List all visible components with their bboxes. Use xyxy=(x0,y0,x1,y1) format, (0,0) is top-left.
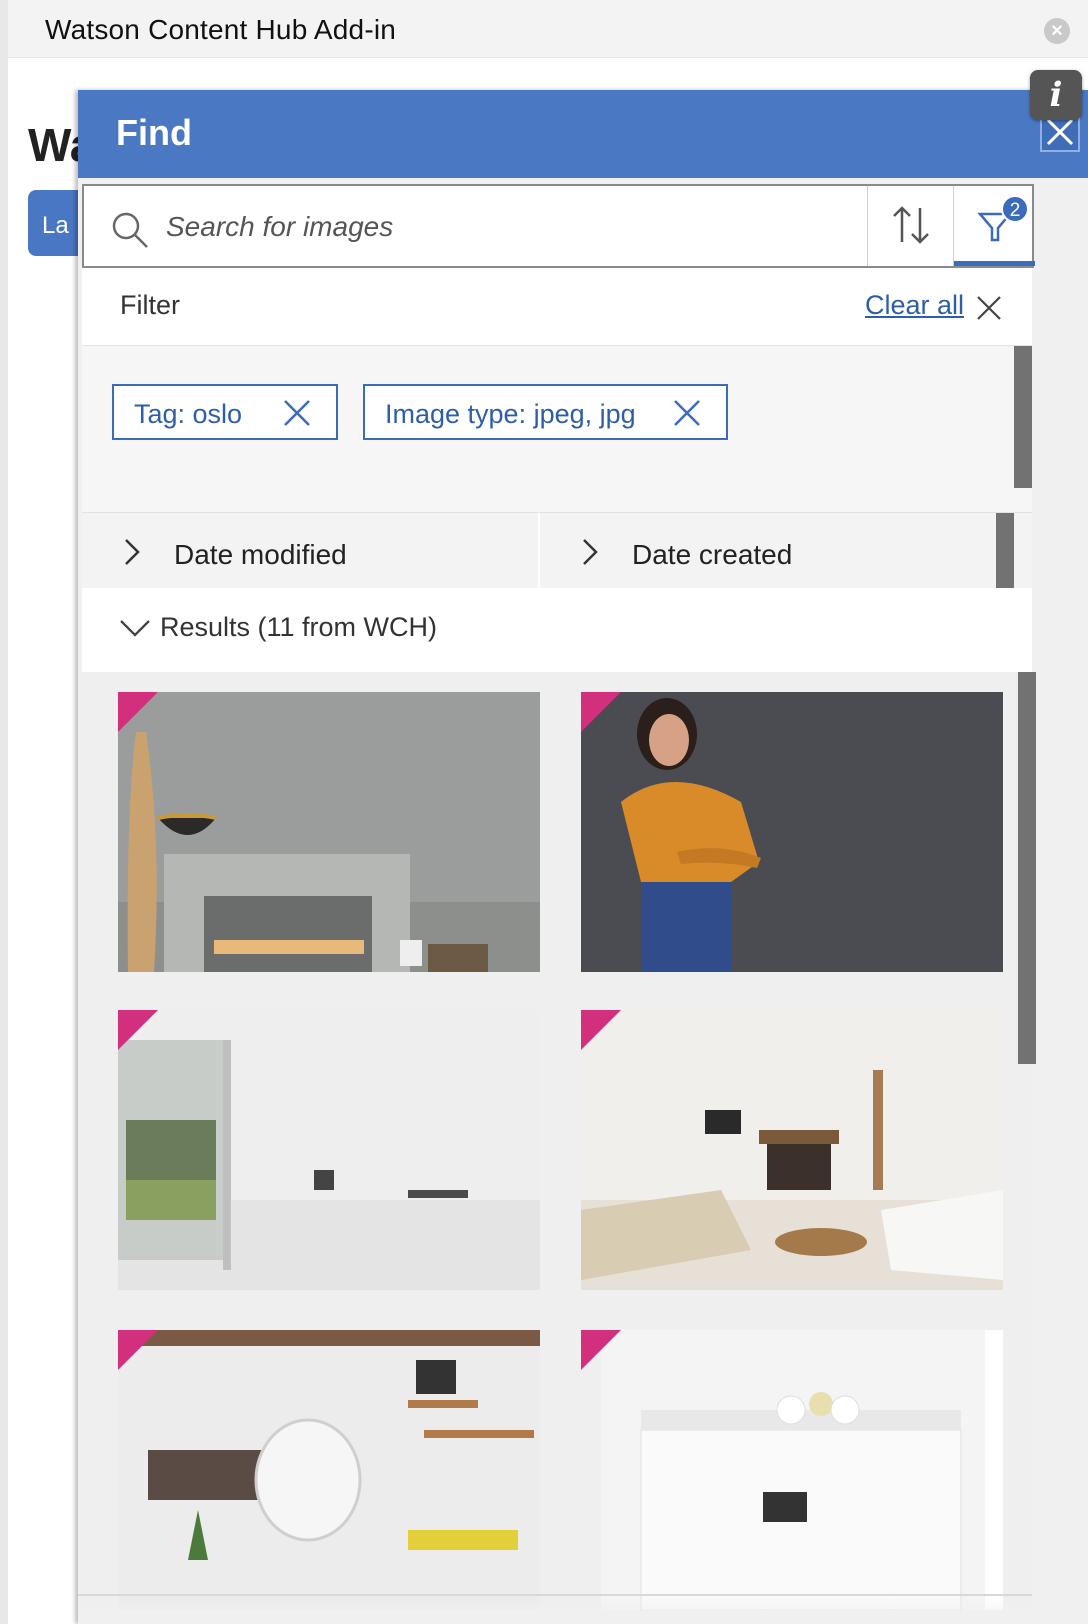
date-scrollbar-thumb[interactable] xyxy=(996,513,1014,589)
image-result-white-room[interactable] xyxy=(118,1010,540,1290)
image-result-kitchen[interactable] xyxy=(581,1330,1003,1610)
corner-badge xyxy=(118,1330,158,1370)
window-left-edge xyxy=(0,0,8,1624)
filter-chip-label: Image type: jpeg, jpg xyxy=(385,399,636,429)
image-thumbnail xyxy=(581,1330,1003,1610)
image-thumbnail xyxy=(581,1010,1003,1290)
image-thumbnail xyxy=(118,1010,540,1290)
image-result-hanging-chair[interactable] xyxy=(118,1330,540,1610)
corner-badge xyxy=(581,692,621,732)
bottom-edge xyxy=(78,1594,1032,1624)
date-created-toggle[interactable]: Date created xyxy=(540,513,996,589)
sort-icon xyxy=(893,206,929,244)
filter-chip-image-type: Image type: jpeg, jpg xyxy=(363,384,728,440)
image-thumbnail xyxy=(118,692,540,972)
search-input[interactable] xyxy=(164,198,858,256)
image-thumbnail xyxy=(581,692,1003,972)
date-filters: Date modified Date created xyxy=(82,512,1032,589)
chevron-right-icon xyxy=(125,539,140,565)
image-result-portrait[interactable] xyxy=(581,692,1003,972)
corner-badge xyxy=(581,1330,621,1370)
image-result-fireplace[interactable] xyxy=(118,692,540,972)
filter-header: Filter Clear all xyxy=(82,268,1032,346)
search-icon xyxy=(112,212,148,248)
clear-all-link[interactable]: Clear all xyxy=(865,290,964,321)
results-grid xyxy=(82,672,1036,1624)
remove-chip-icon[interactable] xyxy=(672,398,702,428)
filter-count-badge: 2 xyxy=(1001,195,1029,223)
image-result-living-room[interactable] xyxy=(581,1010,1003,1290)
search-bar: 2 xyxy=(82,184,1035,268)
filter-chip-label: Tag: oslo xyxy=(134,399,243,429)
results-label: Results (11 from WCH) xyxy=(160,612,438,642)
remove-chip-icon[interactable] xyxy=(282,398,312,428)
info-button[interactable]: i xyxy=(1030,70,1082,120)
window-title: Watson Content Hub Add-in xyxy=(45,14,397,45)
date-created-label: Date created xyxy=(632,539,793,570)
sort-button[interactable] xyxy=(867,186,953,266)
clear-all-close-icon[interactable] xyxy=(975,294,1003,322)
filter-scrollbar-thumb[interactable] xyxy=(1014,346,1032,488)
date-modified-toggle[interactable]: Date modified xyxy=(82,513,538,589)
date-modified-label: Date modified xyxy=(174,539,347,570)
corner-badge xyxy=(581,1010,621,1050)
find-panel: Find 2 Filter Clear all xyxy=(78,90,1088,1624)
corner-badge xyxy=(118,1010,158,1050)
filter-active-indicator xyxy=(954,261,1035,266)
chevron-down-icon xyxy=(120,620,150,637)
corner-badge xyxy=(118,692,158,732)
filter-label: Filter xyxy=(120,290,180,320)
panel-title: Find xyxy=(116,112,192,153)
find-panel-header: Find xyxy=(78,90,1088,178)
results-toggle[interactable]: Results (11 from WCH) xyxy=(82,588,1032,672)
image-thumbnail xyxy=(118,1330,540,1610)
close-icon[interactable]: × xyxy=(1044,18,1070,44)
chevron-right-icon xyxy=(583,539,598,565)
filter-chip-tag: Tag: oslo xyxy=(112,384,338,440)
active-filters: Tag: oslo Image type: jpeg, jpg xyxy=(82,346,1032,512)
results-scrollbar-thumb[interactable] xyxy=(1018,672,1036,1064)
filter-toggle-button[interactable]: 2 xyxy=(953,186,1035,266)
window-titlebar: Watson Content Hub Add-in × xyxy=(8,0,1088,58)
